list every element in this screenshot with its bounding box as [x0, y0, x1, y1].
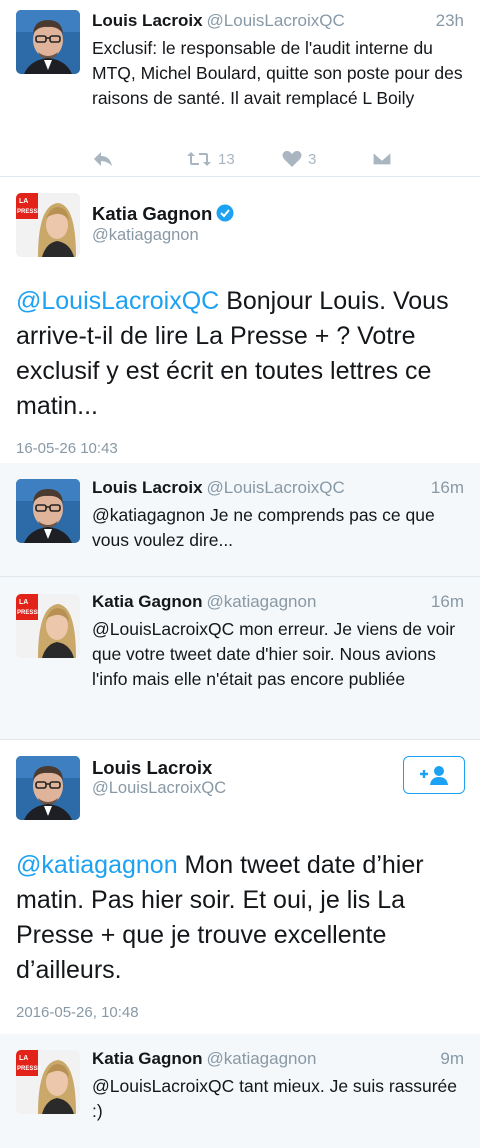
message-button[interactable]	[372, 150, 392, 166]
tweet-date: 16-05-26 10:43	[16, 440, 118, 457]
katia-gagnon-avatar-icon: LA PRESSE	[16, 193, 80, 257]
user-name[interactable]: Katia Gagnon	[92, 1049, 203, 1068]
logo-line2: PRESSE	[17, 1066, 41, 1072]
avatar[interactable]: LA PRESSE	[16, 193, 80, 257]
mention-link[interactable]: @katiagagnon	[16, 851, 178, 879]
user-handle[interactable]: @LouisLacroixQC	[92, 779, 226, 798]
tweet-text: @katiagagnon Je ne comprends pas ce que …	[92, 505, 435, 550]
user-handle[interactable]: @katiagagnon	[207, 592, 317, 611]
katia-gagnon-avatar-icon: LA PRESSE	[16, 594, 80, 658]
reply-tweet[interactable]: LA PRESSE Katia Gagnon @katiagagnon 9m @L…	[0, 1034, 480, 1148]
tweet-text: @LouisLacroixQC tant mieux. Je suis rass…	[92, 1076, 457, 1121]
logo-line2: PRESSE	[17, 610, 41, 616]
user-name[interactable]: Louis Lacroix	[92, 478, 203, 497]
follow-button[interactable]	[403, 756, 465, 794]
reply-tweet[interactable]: LA PRESSE Katia Gagnon @katiagagnon 16m @…	[0, 577, 480, 739]
tweet-time: 9m	[440, 1049, 464, 1068]
like-count: 3	[308, 150, 317, 168]
divider	[0, 739, 480, 740]
logo-line1: LA	[19, 599, 28, 606]
avatar[interactable]	[16, 10, 80, 74]
user-name-text: Katia Gagnon	[92, 203, 213, 224]
katia-gagnon-avatar-icon: LA PRESSE	[16, 1050, 80, 1114]
retweet-count: 13	[218, 150, 235, 168]
tweet-time: 16m	[430, 478, 464, 497]
logo-line1: LA	[19, 198, 28, 205]
user-name[interactable]: Katia Gagnon	[92, 203, 234, 225]
avatar[interactable]	[16, 479, 80, 543]
like-button[interactable]: 3	[282, 150, 316, 168]
tweet-header: Louis Lacroix @LouisLacroixQC 23h	[92, 10, 464, 34]
tweet-time: 23h	[435, 11, 464, 30]
avatar[interactable]	[16, 756, 80, 820]
user-handle[interactable]: @katiagagnon	[92, 226, 199, 245]
tweet-date: 2016-05-26, 10:48	[16, 1004, 139, 1021]
tweet-header: Katia Gagnon @katiagagnon 16m	[92, 591, 464, 615]
tweet-time: 16m	[430, 592, 464, 611]
user-name[interactable]: Louis Lacroix	[92, 11, 203, 30]
user-handle[interactable]: @LouisLacroixQC	[207, 478, 345, 497]
louis-lacroix-avatar-icon	[16, 479, 80, 543]
reply-tweet[interactable]: Louis Lacroix @LouisLacroixQC 16m @katiag…	[0, 463, 480, 576]
tweet-text: @LouisLacroixQC Bonjour Louis. Vous arri…	[16, 284, 466, 424]
user-name[interactable]: Louis Lacroix	[92, 757, 212, 779]
tweet-text: Exclusif: le responsable de l'audit inte…	[92, 38, 463, 108]
verified-badge-icon	[216, 204, 234, 222]
retweet-button[interactable]: 13	[186, 150, 235, 168]
louis-lacroix-avatar-icon	[16, 10, 80, 74]
heart-icon	[282, 150, 302, 167]
retweet-icon	[187, 152, 211, 166]
envelope-icon	[372, 151, 392, 166]
reply-icon	[94, 152, 112, 166]
divider	[0, 176, 480, 177]
louis-lacroix-avatar-icon	[16, 756, 80, 820]
add-user-icon	[420, 766, 448, 785]
tweet-header: Katia Gagnon @katiagagnon 9m	[92, 1048, 464, 1072]
mention-link[interactable]: @LouisLacroixQC	[16, 287, 219, 315]
tweet-header: Louis Lacroix @LouisLacroixQC 16m	[92, 477, 464, 501]
user-name[interactable]: Katia Gagnon	[92, 592, 203, 611]
tweet-actions: 13 3	[92, 150, 402, 174]
user-handle[interactable]: @LouisLacroixQC	[207, 11, 345, 30]
logo-line2: PRESSE	[17, 209, 41, 215]
logo-line1: LA	[19, 1055, 28, 1062]
tweet-text: @LouisLacroixQC mon erreur. Je viens de …	[92, 619, 456, 689]
avatar[interactable]: LA PRESSE	[16, 1050, 80, 1114]
reply-button[interactable]	[92, 150, 114, 168]
tweet-text: @katiagagnon Mon tweet date d’hier matin…	[16, 848, 466, 988]
user-handle[interactable]: @katiagagnon	[207, 1049, 317, 1068]
avatar[interactable]: LA PRESSE	[16, 594, 80, 658]
tweet-1[interactable]: Louis Lacroix @LouisLacroixQC 23h Exclusi…	[0, 10, 480, 170]
